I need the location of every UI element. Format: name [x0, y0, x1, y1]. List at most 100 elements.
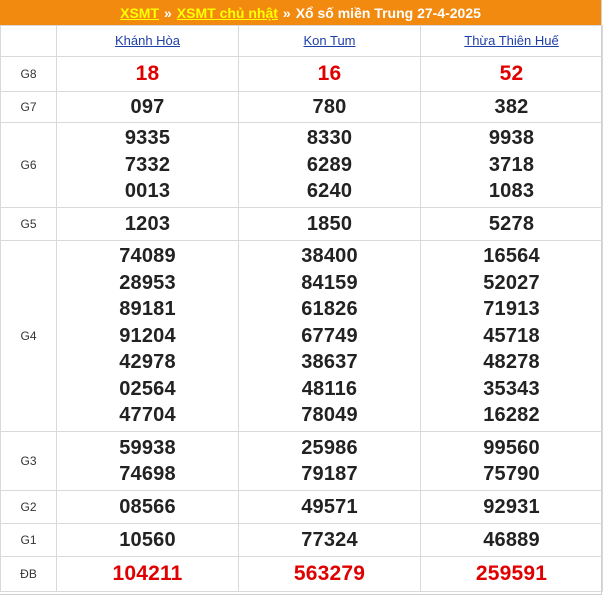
prize-number: 104211 [112, 561, 183, 585]
prize-number: 52 [499, 61, 524, 85]
prize-cell: 92931 [420, 490, 603, 524]
province-header: Thừa Thiên Huế [420, 25, 603, 57]
header-empty-cell [0, 25, 57, 57]
prize-number: 1203 [124, 212, 171, 235]
prize-cell: 10560 [56, 523, 239, 557]
prize-number: 47704 [119, 404, 176, 427]
prize-label: G3 [0, 431, 57, 491]
province-link-khanh-hoa[interactable]: Khánh Hòa [115, 33, 180, 48]
prize-cell: 46889 [420, 523, 603, 557]
prize-number: 79187 [301, 463, 358, 485]
prize-label: G7 [0, 91, 57, 123]
province-header-row: Khánh Hòa Kon Tum Thừa Thiên Huế [0, 25, 603, 57]
results-panel: XSMT » XSMT chủ nhật » Xổ số miền Trung … [0, 0, 603, 595]
breadcrumb-link-xsmt-sunday[interactable]: XSMT chủ nhật [177, 5, 278, 21]
prize-number: 74089 [119, 245, 176, 268]
prize-row: G1 10560 77324 46889 [0, 523, 603, 557]
prize-number: 08566 [119, 495, 176, 518]
prize-number: 7332 [124, 153, 171, 176]
prize-number: 46889 [483, 528, 540, 551]
prize-number: 91204 [119, 324, 176, 347]
prize-cell: 16564 52027 71913 45718 48278 35343 16282 [420, 240, 603, 432]
prize-label: G1 [0, 523, 57, 557]
prize-number: 6240 [306, 180, 353, 203]
prize-number: 1850 [306, 212, 353, 235]
prize-cell: 59938 74698 [56, 431, 239, 491]
prize-label: G4 [0, 240, 57, 432]
prize-number: 8330 [306, 127, 353, 150]
prize-cell: 5278 [420, 207, 603, 241]
prize-number: 18 [135, 61, 160, 85]
prize-number: 097 [130, 95, 165, 118]
prize-number: 48116 [301, 377, 358, 400]
prize-number: 48278 [483, 351, 540, 374]
prize-number: 35343 [483, 377, 540, 400]
prize-number: 45718 [483, 324, 540, 347]
prize-cell: 9335 7332 0013 [56, 122, 239, 208]
prize-number: 563279 [293, 561, 366, 585]
breadcrumb-link-xsmt[interactable]: XSMT [120, 5, 159, 21]
prize-number: 42978 [119, 351, 176, 374]
prize-number: 52027 [483, 271, 540, 294]
prize-cell: 1203 [56, 207, 239, 241]
prize-cell: 18 [56, 56, 239, 92]
breadcrumb-banner: XSMT » XSMT chủ nhật » Xổ số miền Trung … [0, 0, 601, 25]
prize-label: G6 [0, 122, 57, 208]
prize-number: 3718 [488, 153, 535, 176]
prize-cell: 097 [56, 91, 239, 123]
prize-number: 84159 [301, 271, 358, 294]
prize-number: 99560 [483, 436, 540, 459]
prize-label: ĐB [0, 556, 57, 592]
prize-number: 78049 [301, 404, 358, 427]
province-link-kon-tum[interactable]: Kon Tum [303, 33, 355, 48]
prize-number: 382 [494, 95, 529, 118]
prize-label: G8 [0, 56, 57, 92]
prize-cell: 25986 79187 [238, 431, 421, 491]
prize-row: G3 59938 74698 25986 79187 99560 75790 [0, 431, 603, 491]
results-table: Khánh Hòa Kon Tum Thừa Thiên Huế G8 18 16 5… [0, 25, 603, 592]
prize-label: G5 [0, 207, 57, 241]
prize-number: 1083 [488, 180, 535, 203]
prize-row: G2 08566 49571 92931 [0, 490, 603, 524]
prize-cell: 49571 [238, 490, 421, 524]
prize-row: G7 097 780 382 [0, 91, 603, 123]
prize-cell: 104211 [56, 556, 239, 592]
prize-cell: 8330 6289 6240 [238, 122, 421, 208]
province-link-thua-thien-hue[interactable]: Thừa Thiên Huế [464, 33, 558, 48]
prize-number: 38400 [301, 245, 358, 268]
breadcrumb-current-title: Xổ số miền Trung 27-4-2025 [295, 4, 481, 21]
prize-number: 0013 [124, 180, 171, 203]
breadcrumb-separator: » [164, 4, 172, 21]
prize-number: 71913 [483, 298, 540, 321]
breadcrumb-separator: » [282, 4, 291, 21]
prize-cell: 1850 [238, 207, 421, 241]
prize-number: 38637 [301, 351, 358, 374]
prize-number: 49571 [301, 495, 358, 518]
prize-cell: 259591 [420, 556, 603, 592]
prize-row: G4 74089 28953 89181 91204 42978 02564 47704 384… [0, 240, 603, 432]
prize-row: G8 18 16 52 [0, 56, 603, 92]
prize-number: 67749 [301, 324, 358, 347]
prize-number: 59938 [119, 436, 176, 459]
prize-row: G5 1203 1850 5278 [0, 207, 603, 241]
province-header: Khánh Hòa [56, 25, 239, 57]
prize-number: 77324 [301, 528, 358, 551]
prize-row: ĐB 104211 563279 259591 [0, 556, 603, 592]
prize-cell: 74089 28953 89181 91204 42978 02564 47704 [56, 240, 239, 432]
prize-number: 02564 [119, 377, 176, 400]
prize-number: 780 [312, 95, 347, 118]
prize-cell: 9938 3718 1083 [420, 122, 603, 208]
prize-number: 16 [317, 61, 342, 85]
prize-row: G6 9335 7332 0013 8330 6289 6240 9938 3718 1083 [0, 122, 603, 208]
prize-cell: 382 [420, 91, 603, 123]
prize-number: 75790 [483, 463, 540, 485]
prize-number: 6289 [306, 153, 353, 176]
prize-cell: 780 [238, 91, 421, 123]
prize-cell: 16 [238, 56, 421, 92]
prize-cell: 77324 [238, 523, 421, 557]
prize-number: 74698 [119, 463, 176, 485]
prize-label: G2 [0, 490, 57, 524]
province-header: Kon Tum [238, 25, 421, 57]
prize-number: 16564 [483, 245, 540, 268]
prize-number: 10560 [119, 528, 176, 551]
